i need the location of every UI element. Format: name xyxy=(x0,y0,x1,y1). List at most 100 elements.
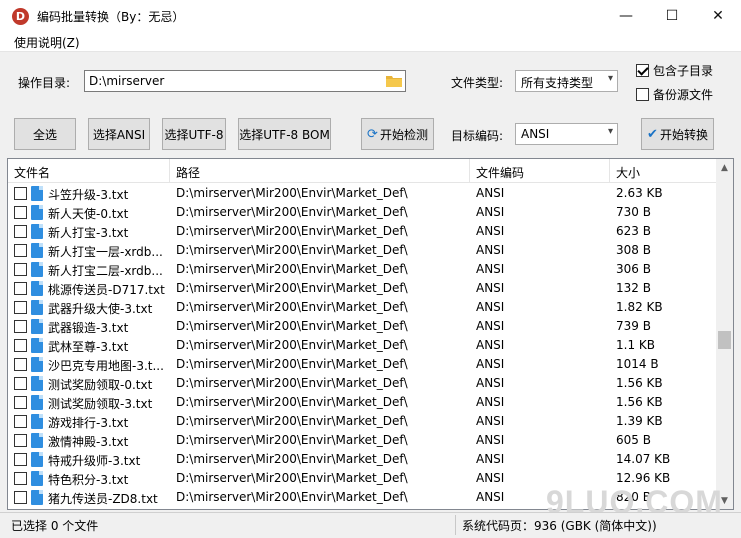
row-checkbox[interactable] xyxy=(14,434,27,447)
file-name: 沙巴克专用地图-3.t... xyxy=(48,359,164,373)
row-checkbox[interactable] xyxy=(14,358,27,371)
dir-input[interactable]: D:\mirserver xyxy=(84,70,406,92)
list-rows: 斗笠升级-3.txt D:\mirserver\Mir200\Envir\Mark… xyxy=(8,184,718,507)
vertical-scrollbar[interactable]: ▲ ▼ xyxy=(716,159,733,509)
include-subdirs-checkbox[interactable]: 包含子目录 xyxy=(636,62,713,79)
file-encoding: ANSI xyxy=(476,471,505,485)
col-header-size[interactable]: 大小 xyxy=(610,159,718,183)
table-row[interactable]: 桃源传送员-D717.txt D:\mirserver\Mir200\Envir\… xyxy=(8,279,718,298)
filetype-select[interactable]: 所有支持类型 ▾ xyxy=(515,70,618,92)
file-name: 斗笠升级-3.txt xyxy=(48,188,129,202)
dir-value: D:\mirserver xyxy=(89,74,165,88)
row-checkbox[interactable] xyxy=(14,453,27,466)
minimize-button[interactable]: — xyxy=(603,0,649,32)
row-checkbox[interactable] xyxy=(14,263,27,276)
file-list[interactable]: 文件名 路径 文件编码 大小 斗笠升级-3.txt D:\mirserver\Mi… xyxy=(7,158,734,510)
table-row[interactable]: 新人打宝一层-xrdb... D:\mirserver\Mir200\Envir\… xyxy=(8,241,718,260)
backup-source-checkbox[interactable]: 备份源文件 xyxy=(636,86,713,103)
row-checkbox[interactable] xyxy=(14,301,27,314)
table-row[interactable]: 特戒升级师-3.txt D:\mirserver\Mir200\Envir\Mar… xyxy=(8,450,718,469)
table-row[interactable]: 游戏排行-3.txt D:\mirserver\Mir200\Envir\Mark… xyxy=(8,412,718,431)
file-encoding: ANSI xyxy=(476,414,505,428)
text-file-icon xyxy=(31,205,43,220)
col-header-path[interactable]: 路径 xyxy=(170,159,470,183)
file-encoding: ANSI xyxy=(476,205,505,219)
file-path: D:\mirserver\Mir200\Envir\Market_Def\ xyxy=(176,300,408,314)
select-all-button[interactable]: 全选 xyxy=(14,118,76,150)
text-file-icon xyxy=(31,281,43,296)
file-encoding: ANSI xyxy=(476,357,505,371)
row-checkbox[interactable] xyxy=(14,491,27,504)
menu-help[interactable]: 使用说明(Z) xyxy=(14,34,80,51)
scroll-up-icon[interactable]: ▲ xyxy=(716,159,733,176)
select-utf8-button[interactable]: 选择UTF-8 xyxy=(162,118,226,150)
file-name: 武林至尊-3.txt xyxy=(48,340,129,354)
chevron-down-icon: ▾ xyxy=(607,126,613,137)
file-path: D:\mirserver\Mir200\Envir\Market_Def\ xyxy=(176,319,408,333)
col-header-name[interactable]: 文件名 xyxy=(8,159,170,183)
start-detect-button[interactable]: ⟳ 开始检测 xyxy=(361,118,434,150)
file-size: 1.56 KB xyxy=(616,395,663,409)
table-row[interactable]: 武器升级大使-3.txt D:\mirserver\Mir200\Envir\Ma… xyxy=(8,298,718,317)
text-file-icon xyxy=(31,471,43,486)
row-checkbox[interactable] xyxy=(14,206,27,219)
row-checkbox[interactable] xyxy=(14,320,27,333)
file-size: 623 B xyxy=(616,224,651,238)
row-checkbox[interactable] xyxy=(14,396,27,409)
window-title: 编码批量转换（By：无忌） xyxy=(37,9,185,24)
table-row[interactable]: 武器锻造-3.txt D:\mirserver\Mir200\Envir\Mark… xyxy=(8,317,718,336)
target-encoding-select[interactable]: ANSI ▾ xyxy=(515,123,618,145)
maximize-button[interactable]: ☐ xyxy=(649,0,695,32)
file-size: 308 B xyxy=(616,243,651,257)
table-row[interactable]: 测试奖励领取-3.txt D:\mirserver\Mir200\Envir\Ma… xyxy=(8,393,718,412)
filetype-value: 所有支持类型 xyxy=(521,76,594,90)
row-checkbox[interactable] xyxy=(14,339,27,352)
col-header-encoding[interactable]: 文件编码 xyxy=(470,159,610,183)
filetype-label: 文件类型: xyxy=(451,76,504,90)
file-encoding: ANSI xyxy=(476,452,505,466)
file-path: D:\mirserver\Mir200\Envir\Market_Def\ xyxy=(176,395,408,409)
file-encoding: ANSI xyxy=(476,433,505,447)
row-checkbox[interactable] xyxy=(14,187,27,200)
row-checkbox[interactable] xyxy=(14,282,27,295)
row-checkbox[interactable] xyxy=(14,244,27,257)
target-label: 目标编码: xyxy=(451,129,504,143)
table-row[interactable]: 斗笠升级-3.txt D:\mirserver\Mir200\Envir\Mark… xyxy=(8,184,718,203)
checkmark-icon: ✔ xyxy=(647,126,658,142)
row-checkbox[interactable] xyxy=(14,415,27,428)
table-row[interactable]: 新人打宝二层-xrdb... D:\mirserver\Mir200\Envir\… xyxy=(8,260,718,279)
start-convert-button[interactable]: ✔ 开始转换 xyxy=(641,118,714,150)
text-file-icon xyxy=(31,414,43,429)
text-file-icon xyxy=(31,433,43,448)
file-encoding: ANSI xyxy=(476,319,505,333)
select-utf8bom-button[interactable]: 选择UTF-8 BOM xyxy=(238,118,331,150)
file-path: D:\mirserver\Mir200\Envir\Market_Def\ xyxy=(176,433,408,447)
row-checkbox[interactable] xyxy=(14,225,27,238)
select-ansi-button[interactable]: 选择ANSI xyxy=(88,118,150,150)
row-checkbox[interactable] xyxy=(14,472,27,485)
file-encoding: ANSI xyxy=(476,338,505,352)
scroll-thumb[interactable] xyxy=(718,331,731,349)
text-file-icon xyxy=(31,300,43,315)
file-size: 739 B xyxy=(616,319,651,333)
file-name: 测试奖励领取-3.txt xyxy=(48,397,153,411)
row-checkbox[interactable] xyxy=(14,377,27,390)
table-row[interactable]: 新人天使-0.txt D:\mirserver\Mir200\Envir\Mark… xyxy=(8,203,718,222)
file-encoding: ANSI xyxy=(476,376,505,390)
text-file-icon xyxy=(31,262,43,277)
file-size: 1.1 KB xyxy=(616,338,655,352)
status-divider xyxy=(455,515,456,535)
table-row[interactable]: 测试奖励领取-0.txt D:\mirserver\Mir200\Envir\Ma… xyxy=(8,374,718,393)
folder-icon[interactable] xyxy=(386,74,402,87)
table-row[interactable]: 沙巴克专用地图-3.t... D:\mirserver\Mir200\Envir\… xyxy=(8,355,718,374)
table-row[interactable]: 武林至尊-3.txt D:\mirserver\Mir200\Envir\Mark… xyxy=(8,336,718,355)
file-name: 新人天使-0.txt xyxy=(48,207,129,221)
file-path: D:\mirserver\Mir200\Envir\Market_Def\ xyxy=(176,471,408,485)
text-file-icon xyxy=(31,395,43,410)
table-row[interactable]: 激情神殿-3.txt D:\mirserver\Mir200\Envir\Mark… xyxy=(8,431,718,450)
table-row[interactable]: 新人打宝-3.txt D:\mirserver\Mir200\Envir\Mark… xyxy=(8,222,718,241)
file-path: D:\mirserver\Mir200\Envir\Market_Def\ xyxy=(176,376,408,390)
file-path: D:\mirserver\Mir200\Envir\Market_Def\ xyxy=(176,243,408,257)
file-size: 730 B xyxy=(616,205,651,219)
close-button[interactable]: ✕ xyxy=(695,0,741,32)
